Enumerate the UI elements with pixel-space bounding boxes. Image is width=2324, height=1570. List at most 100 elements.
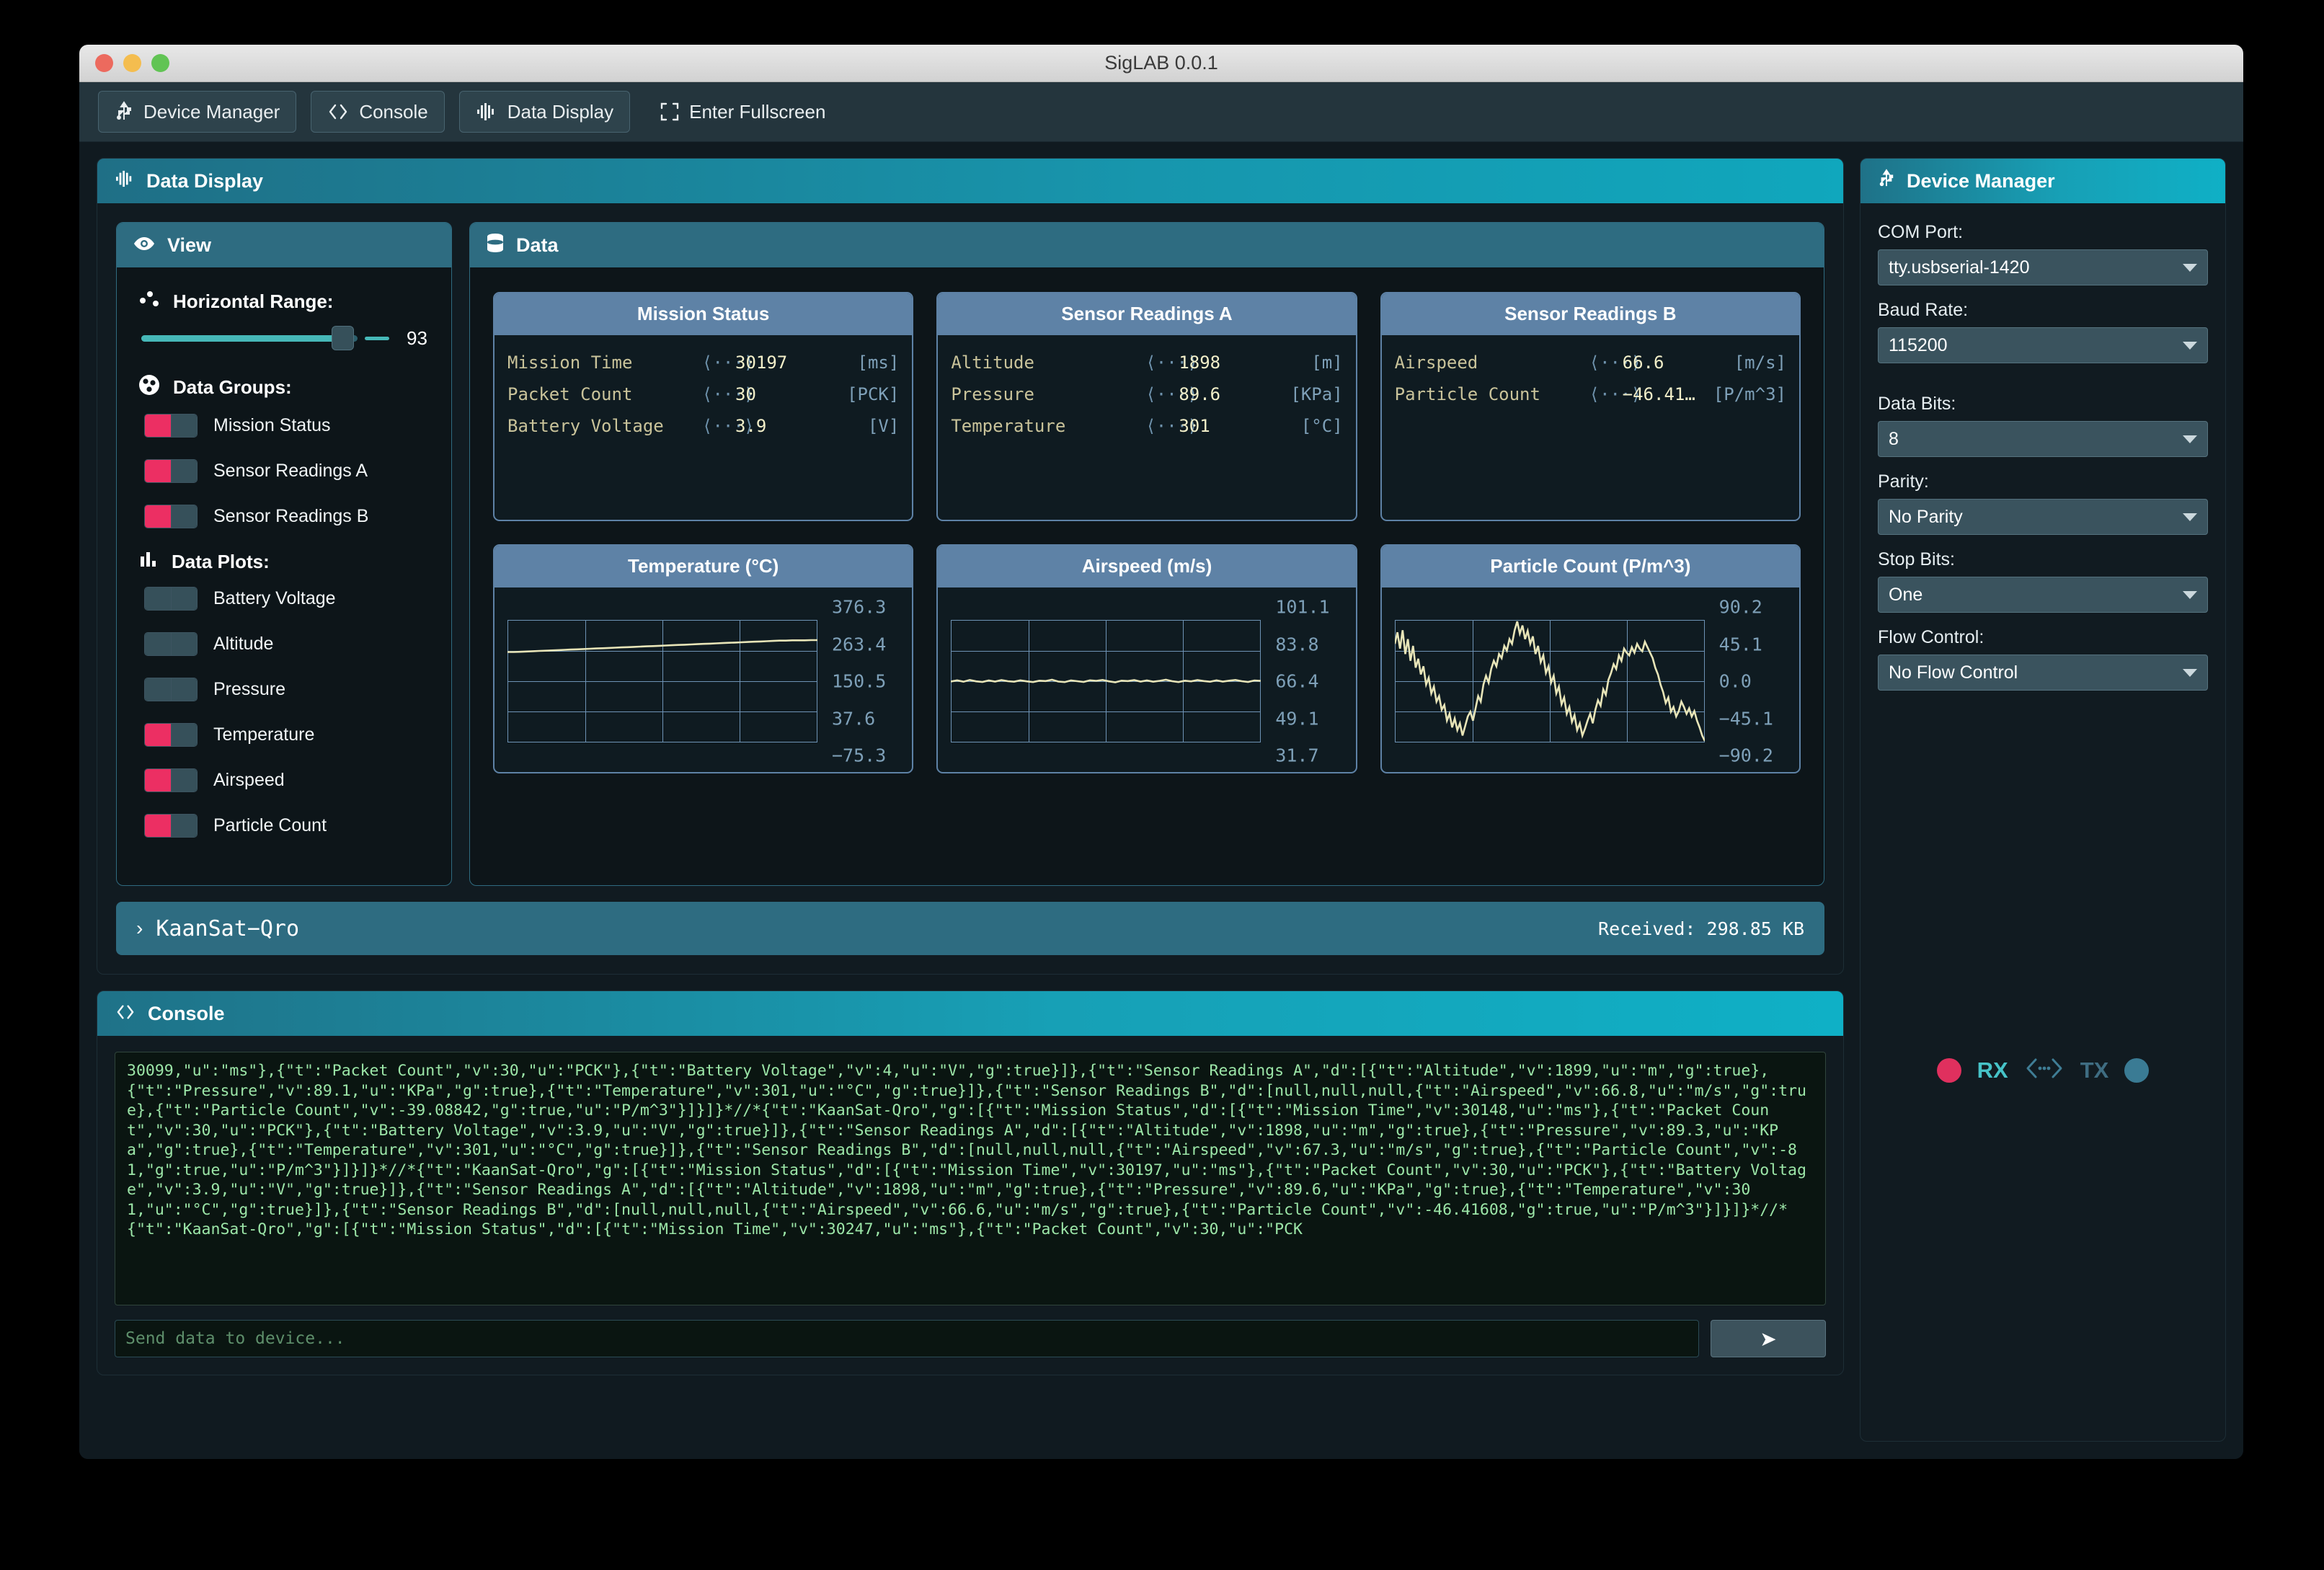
value-number: 3.9	[735, 416, 767, 436]
value-key: Mission Time	[507, 352, 664, 373]
value-unit: [m/s]	[1734, 352, 1786, 373]
value-key: Pressure	[951, 384, 1066, 404]
send-arrow-icon: ➤	[1760, 1327, 1777, 1350]
rx-label: RX	[1977, 1057, 2008, 1083]
data-group-toggle-label: Mission Status	[213, 415, 331, 435]
slider-track[interactable]	[141, 326, 358, 350]
slider-tail	[365, 337, 389, 340]
eye-icon	[133, 234, 156, 257]
data-plots-list: Battery Voltage Altitude Pressure Temperatu…	[138, 587, 430, 838]
plot-card-body: 101.1 83.8 66.4 49.1 31.7	[938, 587, 1355, 772]
toolbar-device-manager-button[interactable]: Device Manager	[98, 91, 297, 133]
chevron-down-icon	[2183, 341, 2197, 350]
device-field-label: Parity:	[1878, 471, 1929, 492]
plot-area[interactable]	[507, 620, 817, 742]
device-field-select[interactable]: 115200	[1878, 327, 2208, 363]
database-icon	[486, 233, 505, 258]
data-group-toggle-switch[interactable]	[144, 459, 198, 483]
data-groups-section: Data Groups:	[138, 374, 430, 401]
plot-card-body: 376.3 263.4 150.5 37.6 −75.3	[494, 587, 912, 772]
data-plot-toggle-label: Altitude	[213, 634, 274, 654]
plot-y-tick: 0.0	[1718, 670, 1752, 692]
device-manager-body: COM Port: tty.usbserial-1420 Baud Rate: 115…	[1860, 203, 2225, 1441]
toolbar-fullscreen-button[interactable]: Enter Fullscreen	[644, 91, 841, 133]
window-title: SigLAB 0.0.1	[1104, 52, 1218, 74]
device-field-label: Data Bits:	[1878, 394, 1956, 414]
plot-card-title: Particle Count (P/m^3)	[1381, 546, 1799, 587]
view-panel-header: View	[117, 223, 451, 267]
data-plot-toggle-switch[interactable]	[144, 587, 198, 611]
data-plot-toggle-row[interactable]: Particle Count	[144, 814, 430, 838]
console-input[interactable]	[115, 1320, 1699, 1357]
group-circles-icon	[138, 374, 160, 401]
device-field-select[interactable]: 8	[1878, 421, 2208, 457]
data-group-toggle-row[interactable]: Sensor Readings B	[144, 505, 430, 528]
chevron-down-icon	[2183, 668, 2197, 677]
value-number: 89.6	[1179, 384, 1221, 404]
toolbar-data-display-button[interactable]: Data Display	[458, 91, 631, 133]
data-plot-toggle-row[interactable]: Altitude	[144, 632, 430, 656]
horizontal-range-slider[interactable]: 93	[141, 326, 430, 350]
horizontal-range-section: Horizontal Range:	[138, 289, 430, 314]
data-plot-toggle-switch[interactable]	[144, 814, 198, 838]
device-manager-panel: Device Manager COM Port: tty.usbserial-14…	[1860, 158, 2226, 1442]
device-field-select[interactable]: tty.usbserial-1420	[1878, 249, 2208, 285]
plot-area[interactable]	[951, 620, 1261, 742]
device-field-label: COM Port:	[1878, 222, 1964, 242]
app-window: SigLAB 0.0.1 Device Manager Console Data…	[79, 45, 2243, 1459]
slider-fill	[141, 335, 342, 342]
data-group-toggle-row[interactable]: Sensor Readings A	[144, 459, 430, 483]
toolbar-data-display-label: Data Display	[507, 100, 614, 123]
chevron-down-icon	[2183, 263, 2197, 272]
data-group-toggle-row[interactable]: Mission Status	[144, 414, 430, 438]
data-plot-toggle-switch[interactable]	[144, 723, 198, 747]
console-send-button[interactable]: ➤	[1711, 1320, 1826, 1357]
data-transfer-icon: ⟨···⟩	[1589, 352, 1641, 373]
data-plot-toggle-row[interactable]: Battery Voltage	[144, 587, 430, 611]
usb-icon	[1878, 168, 1895, 194]
data-plot-toggle-switch[interactable]	[144, 632, 198, 656]
device-field-select[interactable]: One	[1878, 577, 2208, 613]
device-field-label: Baud Rate:	[1878, 300, 1969, 320]
console-input-row: ➤	[115, 1320, 1826, 1357]
device-group-bar[interactable]: › KaanSat−Qro Received: 298.85 KB	[116, 902, 1824, 955]
chevron-down-icon	[2183, 590, 2197, 599]
code-brackets-icon	[327, 103, 349, 120]
toolbar-console-button[interactable]: Console	[311, 91, 445, 133]
toolbar-fullscreen-label: Enter Fullscreen	[689, 100, 826, 123]
device-field-select[interactable]: No Parity	[1878, 499, 2208, 535]
data-panel-body: Mission Status Mission Time ⟨···⟩ 30197 [ms…	[470, 267, 1824, 801]
data-plot-toggle-row[interactable]: Airspeed	[144, 768, 430, 792]
main-toolbar: Device Manager Console Data Display Ente…	[79, 82, 2243, 142]
plot-card-title: Temperature (°C)	[494, 546, 913, 587]
console-output[interactable]: 30099,"u":"ms"},{"t":"Packet Count","v":…	[115, 1052, 1826, 1305]
field-spacer	[1878, 378, 2208, 394]
view-panel-body: Horizontal Range: 93 Data Groups: Missio…	[117, 267, 451, 885]
device-field-value: 8	[1889, 428, 1899, 449]
data-group-toggle-label: Sensor Readings A	[213, 461, 368, 481]
plot-y-tick: 83.8	[1275, 634, 1319, 655]
data-transfer-icon	[2024, 1057, 2064, 1083]
data-plot-toggle-switch[interactable]	[144, 768, 198, 792]
plot-area[interactable]	[1394, 620, 1705, 742]
value-unit: [m]	[1311, 352, 1343, 373]
data-group-toggle-switch[interactable]	[144, 505, 198, 528]
tx-label: TX	[2080, 1057, 2109, 1083]
waveform-icon	[476, 102, 497, 121]
device-field-select[interactable]: No Flow Control	[1878, 655, 2208, 691]
data-plot-toggle-switch[interactable]	[144, 678, 198, 701]
value-key: Temperature	[951, 416, 1066, 436]
data-group-toggle-label: Sensor Readings B	[213, 506, 369, 526]
device-field-value: No Flow Control	[1889, 662, 2018, 683]
plot-y-tick: 376.3	[832, 596, 887, 618]
data-plot-toggle-row[interactable]: Pressure	[144, 678, 430, 701]
data-plot-toggle-label: Pressure	[213, 679, 286, 699]
toolbar-device-manager-label: Device Manager	[143, 100, 280, 123]
device-manager-status: RX TX	[1878, 1057, 2208, 1422]
data-plot-toggle-row[interactable]: Temperature	[144, 723, 430, 747]
value-key: Packet Count	[507, 384, 664, 404]
slider-knob[interactable]	[332, 326, 354, 350]
data-transfer-icon: ⟨···⟩	[702, 416, 755, 436]
data-group-toggle-switch[interactable]	[144, 414, 198, 438]
value-card-rows: Mission Time ⟨···⟩ 30197 [ms] Packet Count …	[494, 335, 912, 520]
